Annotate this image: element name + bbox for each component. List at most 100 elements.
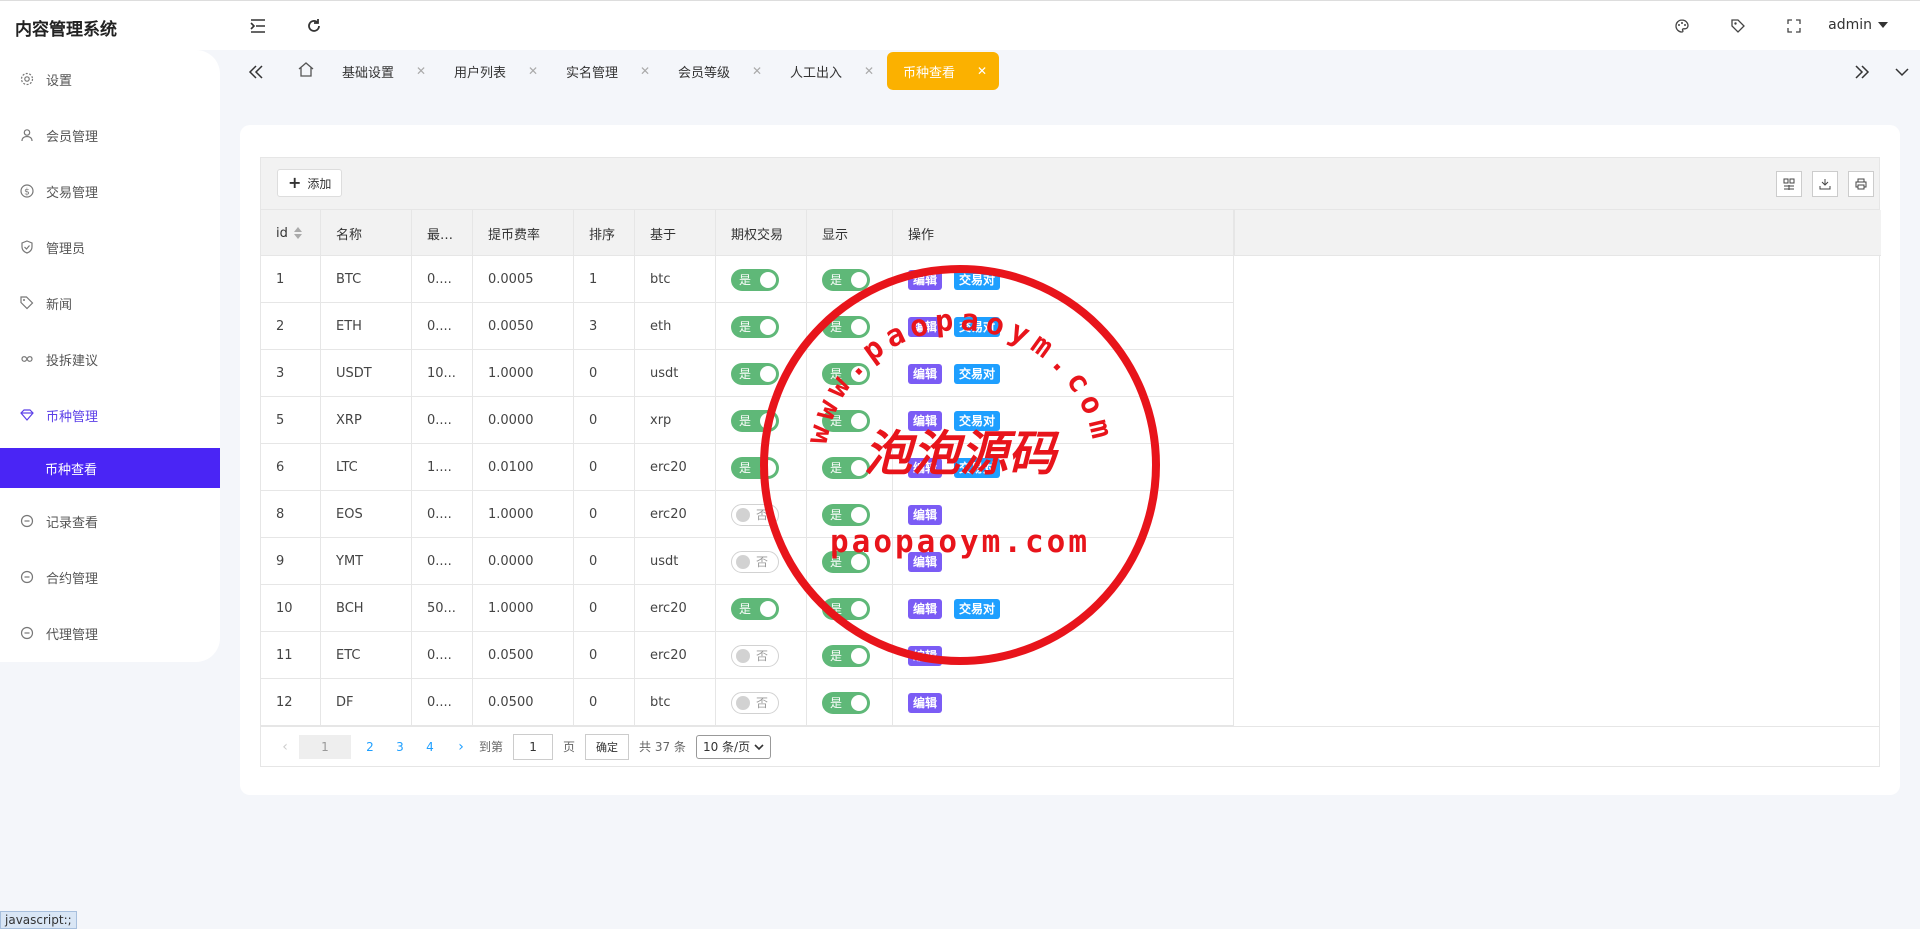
clock-icon <box>20 626 34 640</box>
goto-page-input[interactable]: 1 <box>513 733 554 760</box>
sidebar-item-suggestions[interactable]: 投拆建议 <box>0 339 220 379</box>
close-icon[interactable]: ✕ <box>528 64 538 78</box>
palette-icon[interactable] <box>1672 16 1692 36</box>
edit-button[interactable]: 编辑 <box>908 269 943 290</box>
cell-fee: 0.0005 <box>473 256 574 303</box>
edit-button[interactable]: 编辑 <box>908 410 943 431</box>
menu-fold-icon[interactable] <box>248 16 268 36</box>
page-link[interactable]: 2 <box>355 740 385 754</box>
edit-button[interactable]: 编辑 <box>908 551 943 572</box>
per-page-select[interactable]: 10 条/页 <box>695 734 772 759</box>
option-toggle[interactable]: 是 <box>731 456 779 479</box>
user-menu[interactable]: admin <box>1828 17 1888 33</box>
edit-button[interactable]: 编辑 <box>908 598 943 619</box>
tab-user-list[interactable]: 用户列表 ✕ <box>438 52 550 90</box>
goto-confirm-button[interactable]: 确定 <box>585 733 630 760</box>
option-toggle[interactable]: 是 <box>731 268 779 291</box>
close-icon[interactable]: ✕ <box>977 64 987 78</box>
close-icon[interactable]: ✕ <box>416 64 426 78</box>
option-toggle[interactable]: 否 <box>731 503 779 526</box>
close-icon[interactable]: ✕ <box>752 64 762 78</box>
add-button[interactable]: + 添加 <box>277 169 343 197</box>
edit-button[interactable]: 编辑 <box>908 645 943 666</box>
page-link[interactable]: 4 <box>415 740 445 754</box>
trading-pair-button[interactable]: 交易对 <box>954 316 1001 337</box>
show-toggle[interactable]: 是 <box>822 362 870 385</box>
show-toggle[interactable]: 是 <box>822 597 870 620</box>
prev-page-icon[interactable]: ‹ <box>275 739 295 755</box>
sidebar-item-news[interactable]: 新闻 <box>0 283 220 323</box>
tab-basic-settings[interactable]: 基础设置 ✕ <box>326 52 438 90</box>
tab-manual-io[interactable]: 人工出入 ✕ <box>774 52 886 90</box>
close-icon[interactable]: ✕ <box>864 64 874 78</box>
cell-min: 0.... <box>412 303 473 350</box>
trading-pair-button[interactable]: 交易对 <box>954 363 1001 384</box>
tab-home[interactable] <box>282 52 326 90</box>
tab-real-name[interactable]: 实名管理 ✕ <box>550 52 662 90</box>
option-toggle[interactable]: 是 <box>731 315 779 338</box>
show-toggle[interactable]: 是 <box>822 315 870 338</box>
option-toggle[interactable]: 是 <box>731 409 779 432</box>
sidebar-item-currency[interactable]: 币种管理 <box>0 395 220 435</box>
sidebar-item-trades[interactable]: $ 交易管理 <box>0 171 220 211</box>
tabs-scroll-left-icon[interactable] <box>244 60 268 84</box>
tab-member-level[interactable]: 会员等级 ✕ <box>662 52 774 90</box>
option-toggle[interactable]: 否 <box>731 691 779 714</box>
sidebar-subitem-currency-view[interactable]: 币种查看 <box>0 448 220 488</box>
option-toggle[interactable]: 否 <box>731 644 779 667</box>
toggle-label: 是 <box>739 602 752 616</box>
print-icon[interactable] <box>1848 171 1874 197</box>
sidebar-item-admins[interactable]: 管理员 <box>0 227 220 267</box>
cell-fee: 1.0000 <box>473 491 574 538</box>
cell-min: 0.... <box>412 632 473 679</box>
sidebar-item-records[interactable]: 记录查看 <box>0 501 220 541</box>
sidebar-item-agents[interactable]: 代理管理 <box>0 613 220 653</box>
fullscreen-icon[interactable] <box>1784 16 1804 36</box>
toggle-label: 是 <box>739 367 752 381</box>
refresh-icon[interactable] <box>304 16 324 36</box>
trading-pair-button[interactable]: 交易对 <box>954 269 1001 290</box>
trading-pair-button[interactable]: 交易对 <box>954 410 1001 431</box>
show-toggle[interactable]: 是 <box>822 644 870 667</box>
export-icon[interactable] <box>1812 171 1838 197</box>
column-header-base: 基于 <box>635 210 716 256</box>
table-row: 8 EOS 0.... 1.0000 0 erc20 否 是 编辑 <box>261 491 1234 538</box>
sidebar-item-settings[interactable]: 设置 <box>0 59 220 99</box>
edit-button[interactable]: 编辑 <box>908 504 943 525</box>
edit-button[interactable]: 编辑 <box>908 316 943 337</box>
show-toggle[interactable]: 是 <box>822 550 870 573</box>
edit-button[interactable]: 编辑 <box>908 363 943 384</box>
show-toggle[interactable]: 是 <box>822 456 870 479</box>
trading-pair-button[interactable]: 交易对 <box>954 598 1001 619</box>
sidebar-item-members[interactable]: 会员管理 <box>0 115 220 155</box>
chevron-down-icon[interactable] <box>1890 60 1914 84</box>
trading-pair-button[interactable]: 交易对 <box>954 457 1001 478</box>
tab-currency-view[interactable]: 币种查看 ✕ <box>887 52 1000 90</box>
column-header-id[interactable]: id <box>261 210 321 256</box>
option-toggle[interactable]: 是 <box>731 597 779 620</box>
close-icon[interactable]: ✕ <box>640 64 650 78</box>
option-toggle[interactable]: 是 <box>731 362 779 385</box>
sidebar-item-label: 投拆建议 <box>46 353 99 369</box>
tabs-scroll-right-icon[interactable] <box>1850 60 1874 84</box>
show-toggle[interactable]: 是 <box>822 503 870 526</box>
show-toggle[interactable]: 是 <box>822 409 870 432</box>
next-page-icon[interactable]: › <box>451 739 471 755</box>
sidebar-item-contracts[interactable]: 合约管理 <box>0 557 220 597</box>
columns-filter-icon[interactable] <box>1776 171 1802 197</box>
edit-button[interactable]: 编辑 <box>908 692 943 713</box>
sort-icon[interactable] <box>293 227 302 239</box>
sidebar-item-label: 记录查看 <box>46 515 99 531</box>
cell-option: 是 <box>716 303 807 350</box>
show-toggle[interactable]: 是 <box>822 268 870 291</box>
option-toggle[interactable]: 否 <box>731 550 779 573</box>
page-link[interactable]: 3 <box>385 740 415 754</box>
tag-icon[interactable] <box>1728 16 1748 36</box>
gear-icon <box>20 72 34 86</box>
show-toggle[interactable]: 是 <box>822 691 870 714</box>
edit-button[interactable]: 编辑 <box>908 457 943 478</box>
toggle-knob <box>760 318 776 335</box>
page-current[interactable]: 1 <box>299 734 351 759</box>
tabs-bar: 基础设置 ✕ 用户列表 ✕ 实名管理 ✕ 会员等级 ✕ 人工出入 ✕ 币种查看 ✕ <box>240 50 1920 92</box>
shield-icon <box>20 240 34 254</box>
